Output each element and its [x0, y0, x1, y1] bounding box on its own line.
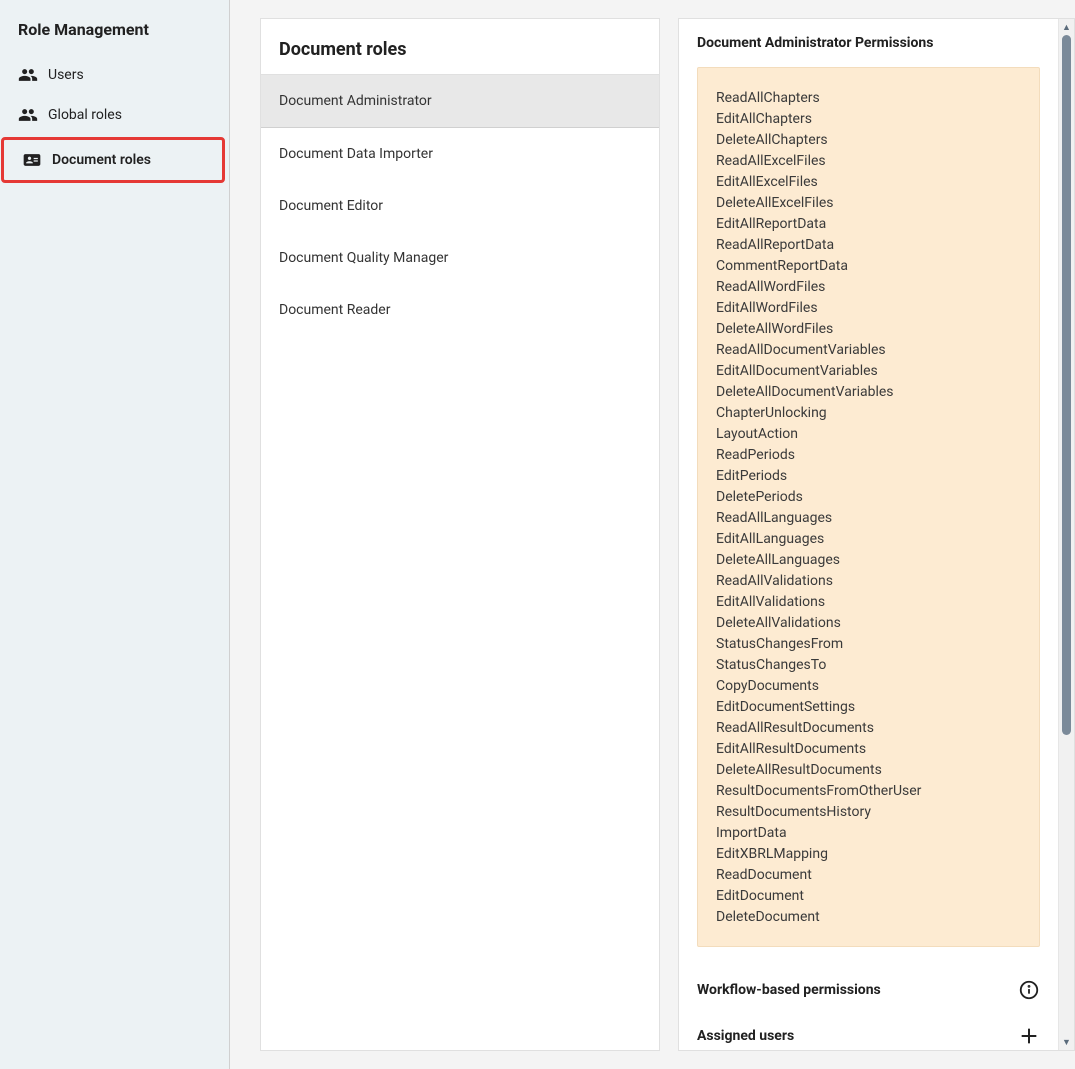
permission-item: EditAllWordFiles: [716, 298, 1021, 319]
scroll-up-arrow-icon[interactable]: ▲: [1059, 19, 1075, 35]
assigned-users-row: Assigned users: [697, 1011, 1040, 1050]
scrollbar[interactable]: ▲ ▼: [1058, 19, 1074, 1050]
main: Document roles Document Administrator Do…: [230, 0, 1075, 1069]
roles-panel: Document roles Document Administrator Do…: [260, 18, 660, 1051]
permissions-box: ReadAllChapters EditAllChapters DeleteAl…: [697, 67, 1040, 947]
permission-item: ResultDocumentsHistory: [716, 802, 1021, 823]
permission-item: EditAllLanguages: [716, 529, 1021, 550]
details-panel: Document Administrator Permissions ReadA…: [678, 18, 1075, 1051]
sidebar-item-label: Document roles: [52, 152, 151, 168]
id-card-icon: [22, 150, 42, 170]
permission-item: ReadAllResultDocuments: [716, 718, 1021, 739]
role-item[interactable]: Document Quality Manager: [261, 232, 659, 284]
permission-item: ReadDocument: [716, 865, 1021, 886]
permissions-title: Document Administrator Permissions: [697, 35, 1040, 51]
permission-item: DeleteAllChapters: [716, 130, 1021, 151]
role-item[interactable]: Document Editor: [261, 180, 659, 232]
permission-item: DeleteAllExcelFiles: [716, 193, 1021, 214]
workflow-permissions-row: Workflow-based permissions: [697, 965, 1040, 1011]
permission-item: DeleteAllValidations: [716, 613, 1021, 634]
permission-item: DeleteAllLanguages: [716, 550, 1021, 571]
add-icon[interactable]: [1018, 1025, 1040, 1047]
details-content: Document Administrator Permissions ReadA…: [679, 19, 1058, 1050]
users-icon: [18, 105, 38, 125]
role-item[interactable]: Document Administrator: [261, 75, 659, 128]
permission-item: ReadAllValidations: [716, 571, 1021, 592]
info-icon[interactable]: [1018, 979, 1040, 1001]
permission-item: ReadAllLanguages: [716, 508, 1021, 529]
permission-item: CopyDocuments: [716, 676, 1021, 697]
permission-item: DeleteAllWordFiles: [716, 319, 1021, 340]
permission-item: CommentReportData: [716, 256, 1021, 277]
permission-item: EditAllExcelFiles: [716, 172, 1021, 193]
assigned-users-label: Assigned users: [697, 1028, 794, 1044]
permission-item: EditDocumentSettings: [716, 697, 1021, 718]
highlight-box: Document roles: [1, 137, 225, 183]
permission-item: DeleteDocument: [716, 907, 1021, 928]
permission-item: DeleteAllResultDocuments: [716, 760, 1021, 781]
permission-item: ReadPeriods: [716, 445, 1021, 466]
sidebar-item-document-roles[interactable]: Document roles: [4, 140, 222, 180]
permission-item: ReadAllWordFiles: [716, 277, 1021, 298]
scroll-down-arrow-icon[interactable]: ▼: [1059, 1034, 1075, 1050]
roles-panel-header: Document roles: [261, 19, 659, 75]
users-icon: [18, 65, 38, 85]
permission-item: EditPeriods: [716, 466, 1021, 487]
sidebar-item-label: Global roles: [48, 107, 122, 123]
workflow-permissions-label: Workflow-based permissions: [697, 982, 881, 998]
permission-item: ReadAllChapters: [716, 88, 1021, 109]
sidebar-item-users[interactable]: Users: [0, 55, 229, 95]
sidebar-item-label: Users: [48, 67, 84, 83]
permission-item: EditAllChapters: [716, 109, 1021, 130]
permission-item: EditAllResultDocuments: [716, 739, 1021, 760]
role-item[interactable]: Document Reader: [261, 284, 659, 336]
permission-item: EditAllReportData: [716, 214, 1021, 235]
permission-item: EditAllValidations: [716, 592, 1021, 613]
permission-item: LayoutAction: [716, 424, 1021, 445]
permission-item: ReadAllReportData: [716, 235, 1021, 256]
permission-item: ChapterUnlocking: [716, 403, 1021, 424]
permission-item: EditDocument: [716, 886, 1021, 907]
permission-item: DeleteAllDocumentVariables: [716, 382, 1021, 403]
scroll-thumb[interactable]: [1062, 35, 1071, 735]
permission-item: EditAllDocumentVariables: [716, 361, 1021, 382]
sidebar-title: Role Management: [0, 0, 229, 55]
permission-item: StatusChangesTo: [716, 655, 1021, 676]
permission-item: ReadAllExcelFiles: [716, 151, 1021, 172]
permission-item: DeletePeriods: [716, 487, 1021, 508]
sidebar: Role Management Users Global roles Docum…: [0, 0, 230, 1069]
scroll-track[interactable]: [1059, 35, 1074, 1034]
permission-item: ResultDocumentsFromOtherUser: [716, 781, 1021, 802]
permission-item: EditXBRLMapping: [716, 844, 1021, 865]
sidebar-item-global-roles[interactable]: Global roles: [0, 95, 229, 135]
permission-item: StatusChangesFrom: [716, 634, 1021, 655]
permission-item: ImportData: [716, 823, 1021, 844]
role-item[interactable]: Document Data Importer: [261, 128, 659, 180]
permission-item: ReadAllDocumentVariables: [716, 340, 1021, 361]
